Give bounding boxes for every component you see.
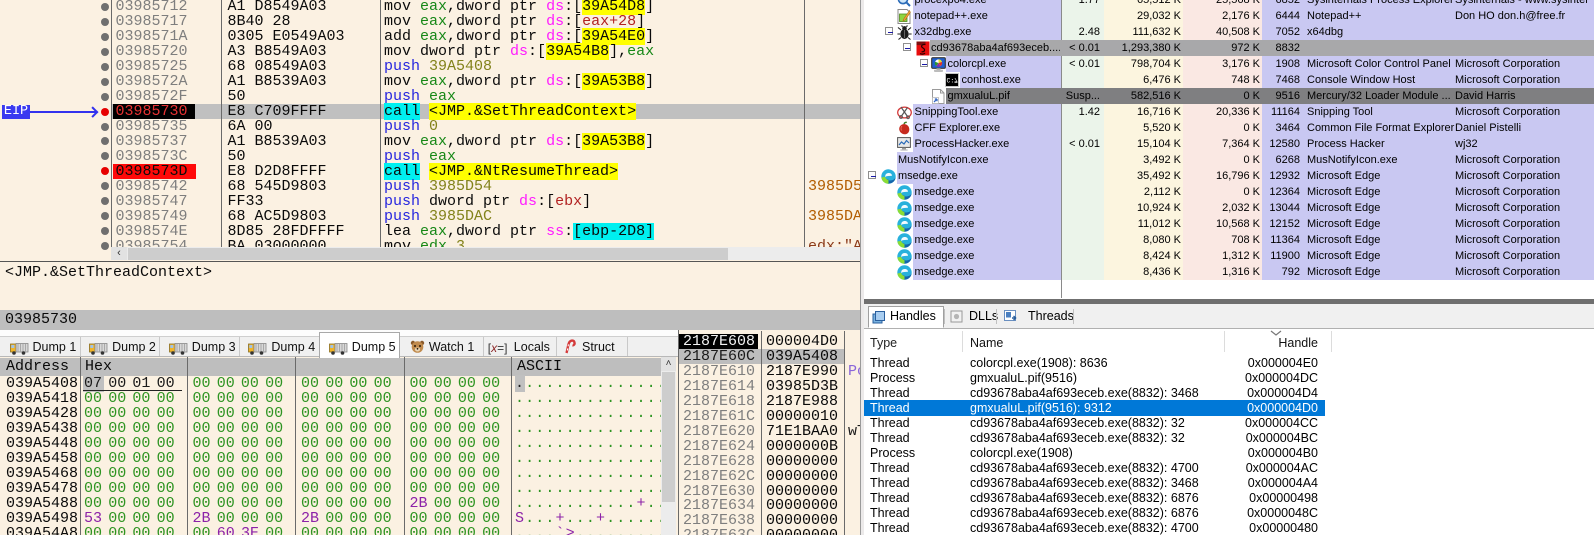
svg-text:C:\: C:\ — [946, 77, 958, 84]
